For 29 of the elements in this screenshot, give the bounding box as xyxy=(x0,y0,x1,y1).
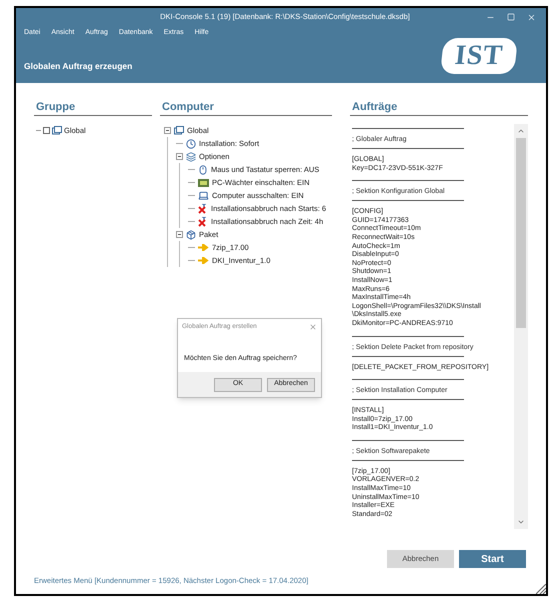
column-heading: Gruppe xyxy=(36,101,76,113)
column-heading: Aufträge xyxy=(352,101,398,113)
expander-toggle[interactable] xyxy=(164,127,171,134)
resize-grip-icon[interactable] xyxy=(536,584,546,594)
clock-icon xyxy=(186,138,196,148)
cross-icon xyxy=(198,204,208,214)
laptop-icon xyxy=(198,190,209,201)
scrollbar[interactable] xyxy=(514,124,528,529)
expander-toggle[interactable] xyxy=(176,153,183,160)
monitor-icon xyxy=(198,178,209,186)
close-icon[interactable] xyxy=(309,323,317,331)
layers-icon xyxy=(186,152,196,162)
checkbox[interactable] xyxy=(43,127,50,134)
scroll-down-icon[interactable] xyxy=(517,518,525,526)
mouse-icon xyxy=(198,164,208,174)
arrow-icon xyxy=(198,257,209,264)
package-icon xyxy=(186,230,196,240)
arrow-icon xyxy=(198,244,209,251)
logo: IST xyxy=(440,38,518,74)
page-title: Globalen Auftrag erzeugen xyxy=(24,60,132,70)
folder-icon xyxy=(52,126,62,135)
folder-icon xyxy=(174,126,184,135)
maximize-icon[interactable] xyxy=(507,13,515,21)
column-heading: Computer xyxy=(162,101,214,113)
cross-icon xyxy=(198,216,208,226)
start-button[interactable]: Start xyxy=(459,550,526,568)
scroll-up-icon[interactable] xyxy=(517,127,525,135)
scrollbar-thumb[interactable] xyxy=(516,138,526,328)
expander-toggle[interactable] xyxy=(176,231,183,238)
